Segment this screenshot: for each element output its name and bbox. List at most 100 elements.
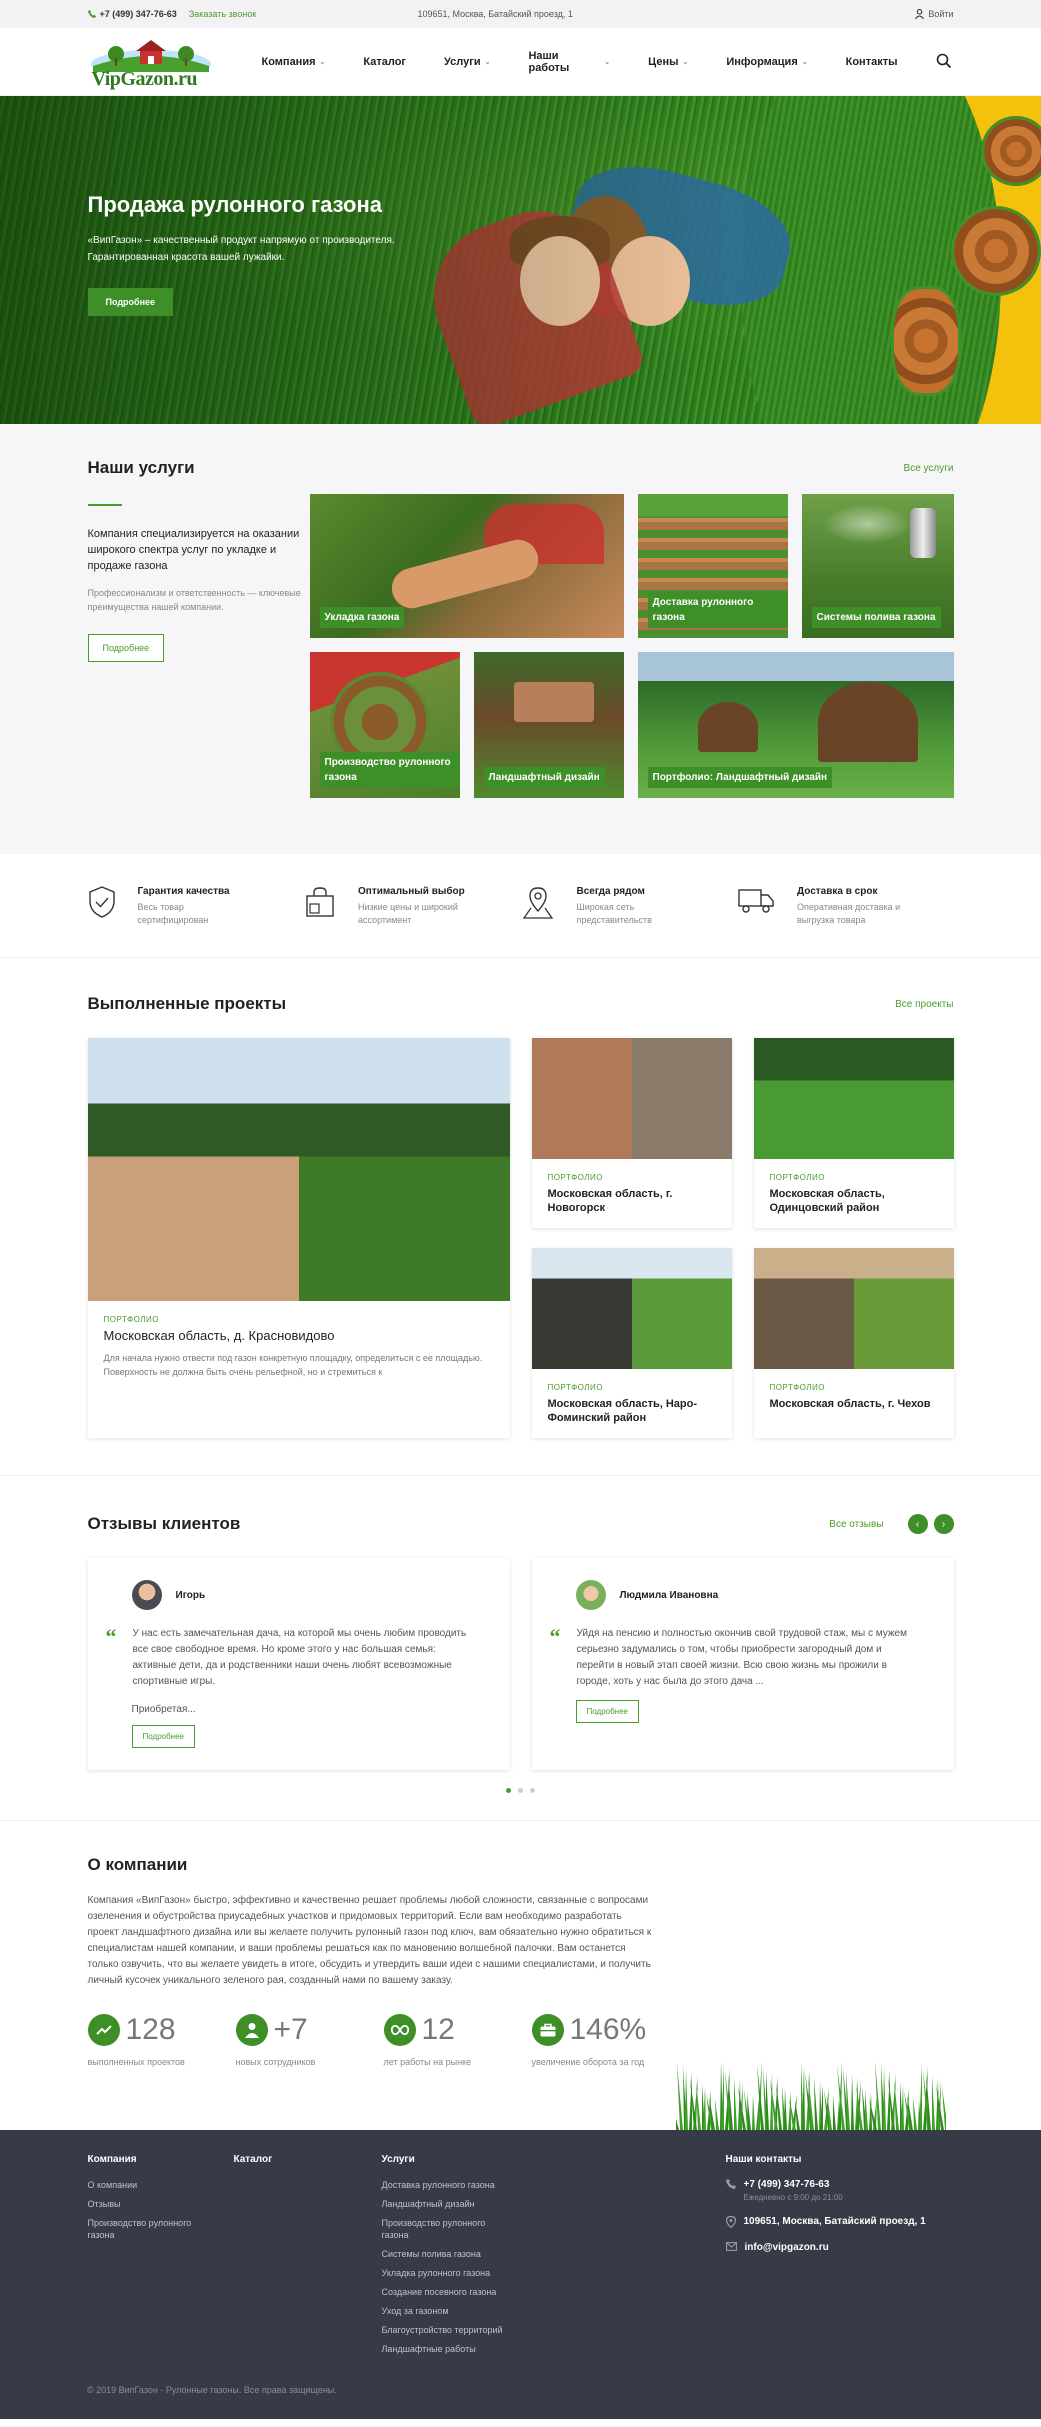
quote-icon: “ [549,1624,561,1649]
hero-banner: Продажа рулонного газона «ВипГазон» – ка… [0,96,1041,424]
chevron-down-icon: ⌄ [319,59,326,66]
feature-item: Гарантия качества Весь товар сертифициров… [88,886,305,927]
footer-col-title[interactable]: Каталог [234,2154,382,2165]
nav-item[interactable]: Наши работы ⌄ [528,50,610,74]
logo[interactable]: VipGazon.ru [88,32,214,92]
service-tile[interactable]: Ландшафтный дизайн [473,652,624,798]
carousel-dot[interactable] [506,1788,511,1793]
all-projects-link[interactable]: Все проекты [895,999,953,1010]
chevron-down-icon: ⌄ [604,59,611,66]
nav-item[interactable]: Каталог [363,50,406,74]
review-more-text: Приобретая... [131,1704,196,1715]
hero-title: Продажа рулонного газона [87,192,383,217]
footer-col-title: Услуги [381,2154,415,2165]
nav-item[interactable]: Информация ⌄ [726,50,807,74]
feature-desc: Весь товар сертифицирован [137,901,209,925]
project-kicker: ПОРТФОЛИО [547,1383,604,1392]
review-card: Игорь “ У нас есть замечательная дача, н… [88,1558,510,1770]
service-tile[interactable]: Системы полива газона [801,494,954,638]
map-pin-icon [522,886,553,919]
footer-col-catalog: Каталог [234,2154,382,2362]
login-link[interactable]: Войти [915,9,954,19]
footer-link[interactable]: Ландшафтный дизайн [382,2198,726,2210]
nav-item[interactable]: Контакты [846,50,898,74]
services-lead: Компания специализируется на оказании ши… [87,528,300,572]
footer-hours: Ежедневно с 9:00 до 21:00 [743,2193,843,2202]
search-icon [936,53,951,69]
project-image [531,1038,732,1159]
footer-link[interactable]: О компании [88,2179,234,2191]
footer-link[interactable]: Благоустройство территорий [382,2324,726,2336]
map-pin-icon [725,2216,736,2228]
projects-section: Выполненные проекты Все проекты ПОРТФОЛИ… [0,958,1041,1475]
feature-title: Всегда рядом [576,885,645,897]
footer-link[interactable]: Ландшафтные работы [382,2343,726,2355]
project-card[interactable]: ПОРТФОЛИО Московская область, г. Новогор… [531,1038,732,1228]
nav-item[interactable]: Компания ⌄ [262,50,326,74]
avatar [575,1580,606,1610]
callback-link[interactable]: Заказать звонок [189,9,256,19]
project-name: Московская область, д. Красновидово [103,1328,335,1343]
footer-phone[interactable]: +7 (499) 347-76-63 Ежедневно с 9:00 до 21… [725,2179,954,2202]
nav-item-label: Контакты [845,56,898,68]
feature-item: Доставка в срок Оперативная доставка и вы… [737,886,954,927]
footer-email[interactable]: info@vipgazon.ru [725,2242,954,2253]
stat-item: 146% увеличение оборота за год [531,2013,680,2067]
service-tile-label: Укладка газона [319,607,405,628]
chevron-right-icon: › [941,1518,946,1530]
user-icon [235,2014,268,2046]
project-card-large[interactable]: ПОРТФОЛИО Московская область, д. Краснов… [87,1038,510,1438]
footer-link[interactable]: Укладка рулонного газона [382,2267,726,2279]
all-services-link[interactable]: Все услуги [904,463,954,474]
project-kicker: ПОРТФОЛИО [547,1173,604,1182]
footer-link[interactable]: Создание посевного газона [382,2286,726,2298]
services-sub: Профессионализм и ответственность — ключ… [87,588,301,612]
hero-more-button[interactable]: Подробнее [87,288,174,316]
project-image [753,1038,954,1159]
briefcase-icon [531,2014,564,2046]
review-more-button[interactable]: Подробнее [575,1700,639,1723]
nav-item-label: Цены [648,56,679,68]
trend-up-icon [87,2014,120,2046]
project-card[interactable]: ПОРТФОЛИО Московская область, г. Чехов [753,1248,954,1438]
footer-link[interactable]: Производство рулонного газона [88,2217,208,2241]
feature-desc: Низкие цены и широкий ассортимент [358,901,458,925]
chevron-down-icon: ⌄ [801,59,808,66]
service-tile-label: Производство рулонного газона [319,752,460,788]
mail-icon [725,2242,737,2251]
project-card[interactable]: ПОРТФОЛИО Московская область, Наро-Фомин… [531,1248,732,1438]
review-card: Людмила Ивановна “ Уйдя на пенсию и полн… [532,1558,954,1770]
carousel-dot[interactable] [530,1788,535,1793]
all-reviews-link[interactable]: Все отзывы [829,1519,883,1530]
service-tile[interactable]: Укладка газона [309,494,624,638]
carousel-dot[interactable] [518,1788,523,1793]
service-tile[interactable]: Производство рулонного газона [309,652,460,798]
footer-link[interactable]: Отзывы [88,2198,234,2210]
services-more-button[interactable]: Подробнее [87,634,165,662]
service-tile-label: Ландшафтный дизайн [483,767,605,788]
nav-item[interactable]: Услуги ⌄ [444,50,490,74]
search-button[interactable] [936,53,954,71]
footer-col-title: Компания [87,2154,137,2165]
service-tile[interactable]: Портфолио: Ландшафтный дизайн [637,652,954,798]
footer-link[interactable]: Системы полива газона [382,2248,726,2260]
next-review-button[interactable]: › [933,1514,954,1534]
review-more-button[interactable]: Подробнее [131,1725,195,1748]
prev-review-button[interactable]: ‹ [907,1514,928,1534]
project-image [531,1248,732,1369]
nav-item[interactable]: Цены ⌄ [648,50,688,74]
footer-link[interactable]: Производство рулонного газона [382,2217,502,2241]
footer-link[interactable]: Доставка рулонного газона [382,2179,726,2191]
carousel-dots [88,1788,954,1793]
project-name: Московская область, г. Новогорск [547,1188,673,1214]
top-phone-link[interactable]: +7 (499) 347-76-63 [87,9,177,19]
top-phone-text: +7 (499) 347-76-63 [99,9,177,19]
top-bar: +7 (499) 347-76-63 Заказать звонок 10965… [0,0,1041,28]
project-card[interactable]: ПОРТФОЛИО Московская область, Одинцовски… [753,1038,954,1228]
footer-link[interactable]: Уход за газоном [382,2305,726,2317]
feature-desc: Широкая сеть представительств [576,901,652,925]
footer-col-contacts: Наши контакты +7 (499) 347-76-63 Ежедневн… [725,2154,954,2362]
chevron-down-icon: ⌄ [484,59,491,66]
service-tile[interactable]: Доставка рулонного газона [637,494,788,638]
project-kicker: ПОРТФОЛИО [769,1173,826,1182]
